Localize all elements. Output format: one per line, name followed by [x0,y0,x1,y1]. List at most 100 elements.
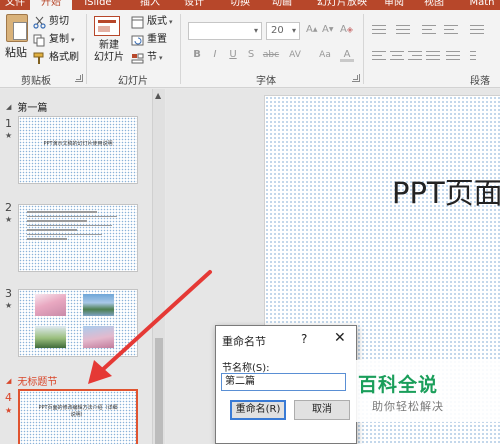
font-launcher-icon[interactable] [352,74,360,82]
section-button[interactable]: 节 ▾ [131,50,163,66]
tab-animations[interactable]: 动画 [268,0,296,10]
tab-home[interactable]: 开始 [30,0,72,10]
char-spacing-button[interactable]: AV [286,48,304,62]
close-icon[interactable]: ✕ [334,330,346,346]
underline-button[interactable]: U [226,48,240,62]
rename-button[interactable]: 重命名(R) [230,400,286,420]
tab-islide[interactable]: iSlide [80,0,116,10]
italic-button[interactable]: I [208,48,222,62]
strikethrough-button[interactable]: abc [260,48,282,62]
slide-thumbnail-4[interactable]: PPT页面的修改编辑方法介绍（详细说明） [18,389,138,444]
numbering-icon[interactable] [396,24,410,36]
columns-icon[interactable] [470,50,484,62]
chevron-down-icon: ▾ [169,18,173,26]
tab-transitions[interactable]: 切换 [226,0,254,10]
ribbon-tab-bar: 文件 开始 iSlide 插入 设计 切换 动画 幻灯片放映 审阅 视图 Mat… [0,0,500,10]
chevron-down-icon: ▾ [159,54,163,62]
cut-button[interactable]: 剪切 [33,14,69,30]
scissors-icon [33,16,46,29]
tab-review[interactable]: 审阅 [380,0,408,10]
section-icon [131,52,144,65]
copy-label: 复制 [49,34,69,45]
tab-file[interactable]: 文件 [0,0,30,10]
section-name: 无标题节 [17,377,58,388]
layout-label: 版式 [147,16,167,27]
paste-label: 粘贴 [5,46,27,59]
thumbnails-scrollbar[interactable]: ▲ [152,89,165,444]
thumb-title: PPT演示文稿的幻灯片使用说明 [43,141,113,147]
help-icon[interactable]: ? [301,332,307,346]
scroll-thumb[interactable] [155,338,163,444]
bold-button[interactable]: B [190,48,204,62]
tab-design[interactable]: 设计 [180,0,208,10]
reset-icon [131,34,144,47]
distribute-icon[interactable] [446,50,460,62]
slide-title-text[interactable]: PPT页面 [392,170,500,212]
tab-math[interactable]: Math [462,0,500,10]
slide-number: 2 [5,201,12,214]
clipboard-group-label: 剪贴板 [21,76,51,87]
section-name: 第一篇 [17,103,48,114]
dialog-title: 重命名节 [222,335,266,348]
new-slide-icon [94,16,120,36]
align-right-icon[interactable] [408,50,422,62]
watermark-logo: 百科全说 [358,374,439,396]
clipboard-launcher-icon[interactable] [75,74,83,82]
font-size-combo[interactable]: 20 ▾ [266,22,300,40]
shadow-button[interactable]: S [244,48,258,62]
increase-indent-icon[interactable] [444,24,458,36]
format-painter-button[interactable]: 格式刷 [33,50,79,66]
ribbon: 粘贴 剪切 复制 ▾ 格式刷 剪贴板 新建 幻灯片 版式 ▾ 重置 节 ▾ 幻灯… [0,10,500,88]
section-header-first[interactable]: ◢ 第一篇 [6,99,48,115]
new-slide-label: 新建 幻灯片 [94,40,124,63]
collapse-triangle-icon[interactable]: ◢ [6,377,11,385]
slide-thumbnail-1[interactable]: PPT演示文稿的幻灯片使用说明 [18,116,138,184]
copy-button[interactable]: 复制 ▾ [33,32,75,48]
bullets-icon[interactable] [372,24,386,36]
cancel-button[interactable]: 取消 [294,400,350,420]
slide-thumbnail-3[interactable] [18,289,138,357]
blossom-sky-image [83,326,114,348]
clear-format-button[interactable]: A ◈ [340,22,353,38]
thumb-title: PPT页面的修改编辑方法介绍（详细说明） [38,405,118,418]
section-label: 节 [147,52,157,63]
font-name-combo[interactable]: ▾ [188,22,262,40]
grow-font-button[interactable]: A ▲ [306,22,317,38]
align-left-icon[interactable] [372,50,386,62]
font-size-value: 20 [271,25,284,36]
line-spacing-icon[interactable] [470,24,484,36]
tab-insert[interactable]: 插入 [136,0,164,10]
layout-button[interactable]: 版式 ▾ [131,14,173,30]
chevron-down-icon: ▾ [253,26,258,35]
mountain-lake-image [83,294,114,316]
cut-label: 剪切 [49,16,69,27]
slides-group-label: 幻灯片 [118,76,148,87]
slide-number: 4 [5,391,12,404]
reset-label: 重置 [147,34,167,45]
collapse-triangle-icon[interactable]: ◢ [6,103,11,111]
font-color-button[interactable]: A [340,48,354,62]
change-case-button[interactable]: Aa [316,48,334,62]
divider [86,14,87,84]
align-center-icon[interactable] [390,50,404,62]
divider [363,14,364,84]
rename-section-dialog: 重命名节 ? ✕ 节名称(S): 第二篇 重命名(R) 取消 [215,325,357,444]
decrease-indent-icon[interactable] [422,24,436,36]
copy-icon [33,34,46,47]
animation-star-icon: ★ [5,215,13,224]
trees-image [35,326,66,348]
shrink-font-button[interactable]: A ▼ [322,22,333,38]
slide-thumbnail-2[interactable] [18,204,138,272]
tab-slideshow[interactable]: 幻灯片放映 [312,0,372,10]
justify-icon[interactable] [426,50,440,62]
tab-view[interactable]: 视图 [420,0,448,10]
section-name-input[interactable]: 第二篇 [221,373,346,391]
section-header-untitled[interactable]: ◢ 无标题节 [6,373,58,389]
watermark-tagline: 助你轻松解决 [372,400,444,413]
reset-button[interactable]: 重置 [131,32,167,48]
paragraph-group-label: 段落 [470,76,490,87]
animation-star-icon: ★ [5,301,13,310]
slide-number: 1 [5,117,12,130]
scroll-up-icon[interactable]: ▲ [155,91,161,100]
font-group-label: 字体 [256,76,276,87]
